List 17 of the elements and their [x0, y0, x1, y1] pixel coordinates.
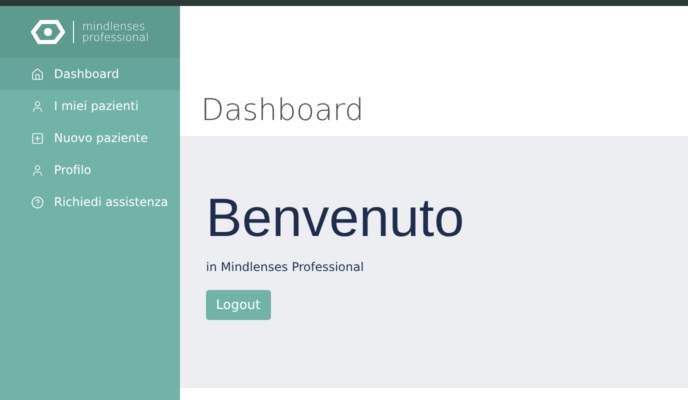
- sidebar-item[interactable]: Profilo: [0, 154, 180, 186]
- page-title: Dashboard: [201, 93, 364, 128]
- home-icon: [31, 68, 44, 80]
- logo-icon: [31, 18, 66, 46]
- logout-button[interactable]: Logout: [206, 290, 271, 320]
- plus-square-icon: [31, 132, 44, 144]
- sidebar-item[interactable]: Nuovo paziente: [0, 122, 180, 154]
- user-icon: [31, 164, 44, 176]
- user-icon: [31, 100, 44, 112]
- logo-subtext: professional: [82, 32, 149, 43]
- sidebar-item[interactable]: Richiedi assistenza: [0, 186, 180, 218]
- welcome-subtitle: in Mindlenses Professional: [206, 260, 365, 274]
- sidebar-item[interactable]: Dashboard: [0, 58, 180, 90]
- logo-text: mindlenses: [82, 21, 145, 32]
- help-icon: [31, 196, 44, 208]
- welcome-heading: Benvenuto: [206, 187, 466, 250]
- sidebar-item[interactable]: I miei pazienti: [0, 90, 180, 122]
